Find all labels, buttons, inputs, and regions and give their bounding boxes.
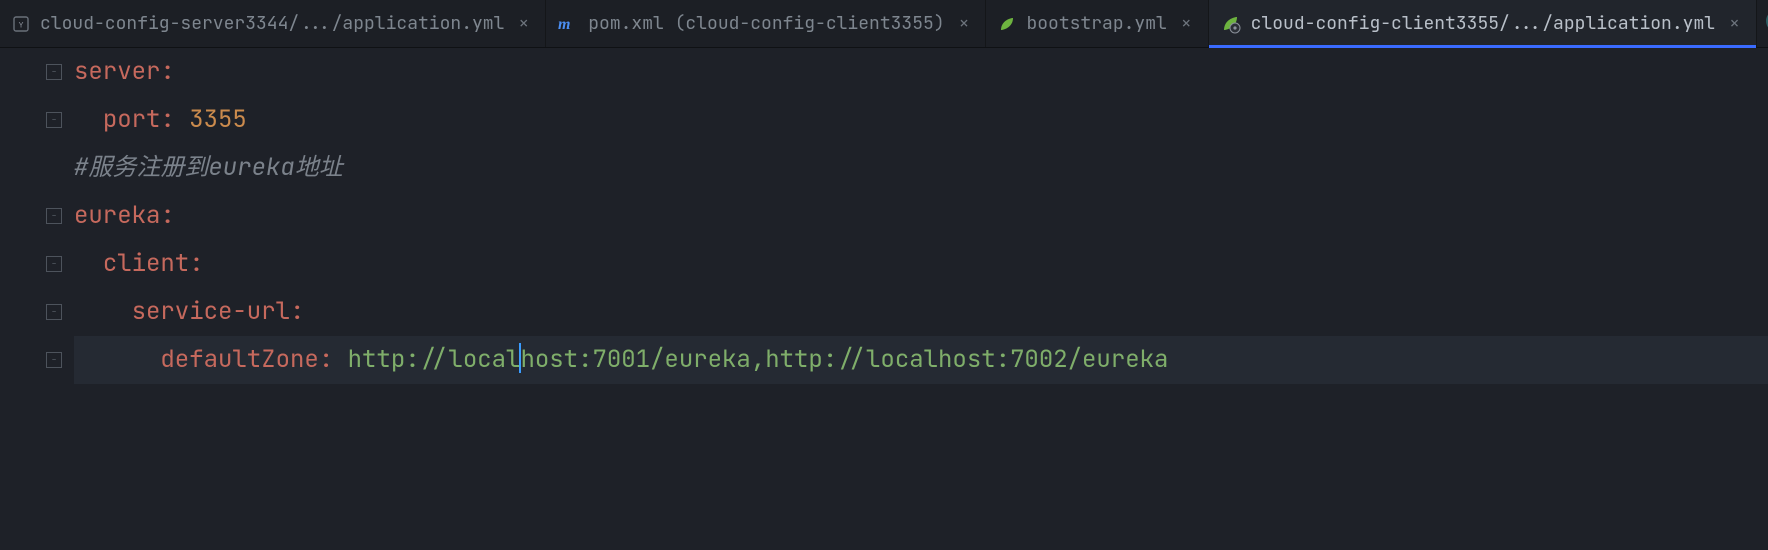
- fold-icon[interactable]: −: [46, 208, 62, 224]
- code-line: client:: [74, 240, 1768, 288]
- code-line: port: 3355: [74, 96, 1768, 144]
- code-line: service-url:: [74, 288, 1768, 336]
- close-icon[interactable]: ×: [1177, 12, 1196, 35]
- spring-leaf-icon: [1221, 14, 1241, 34]
- close-icon[interactable]: ×: [1725, 12, 1744, 35]
- svg-text:m: m: [558, 16, 570, 33]
- tab-label: bootstrap.yml: [1026, 12, 1166, 35]
- fold-icon[interactable]: −: [46, 64, 62, 80]
- tab-application-yml-client3355[interactable]: cloud-config-client3355/.../application.…: [1209, 0, 1757, 47]
- maven-icon: m: [558, 14, 578, 34]
- yml-file-icon: Y: [12, 15, 30, 33]
- gutter: − − − − − −: [0, 48, 68, 550]
- tab-pom-xml[interactable]: m pom.xml (cloud-config-client3355) ×: [546, 0, 986, 47]
- tab-application-yml-server3344[interactable]: Y cloud-config-server3344/.../applicatio…: [0, 0, 546, 47]
- fold-icon[interactable]: −: [46, 304, 62, 320]
- code-line-current: defaultZone: http://localhost:7001/eurek…: [74, 336, 1768, 384]
- fold-icon[interactable]: −: [46, 352, 62, 368]
- fold-icon[interactable]: −: [46, 112, 62, 128]
- code-area[interactable]: server: port: 3355 #服务注册到eureka地址 eureka…: [68, 48, 1768, 550]
- tab-bar: Y cloud-config-server3344/.../applicatio…: [0, 0, 1768, 48]
- svg-text:Y: Y: [19, 21, 24, 30]
- code-line: server:: [74, 48, 1768, 96]
- tab-label: cloud-config-client3355/.../application.…: [1251, 12, 1715, 35]
- tab-label: cloud-config-server3344/.../application.…: [40, 12, 504, 35]
- spring-leaf-icon: [998, 15, 1016, 33]
- fold-icon[interactable]: −: [46, 256, 62, 272]
- tab-label: pom.xml (cloud-config-client3355): [588, 12, 944, 35]
- code-line: #服务注册到eureka地址: [74, 144, 1768, 192]
- tab-bootstrap-yml[interactable]: bootstrap.yml ×: [986, 0, 1208, 47]
- close-icon[interactable]: ×: [514, 12, 533, 35]
- code-line: eureka:: [74, 192, 1768, 240]
- close-icon[interactable]: ×: [955, 12, 974, 35]
- editor[interactable]: − − − − − − server: port: 3355 #服务注册到eur…: [0, 48, 1768, 550]
- code-line: [74, 384, 1768, 432]
